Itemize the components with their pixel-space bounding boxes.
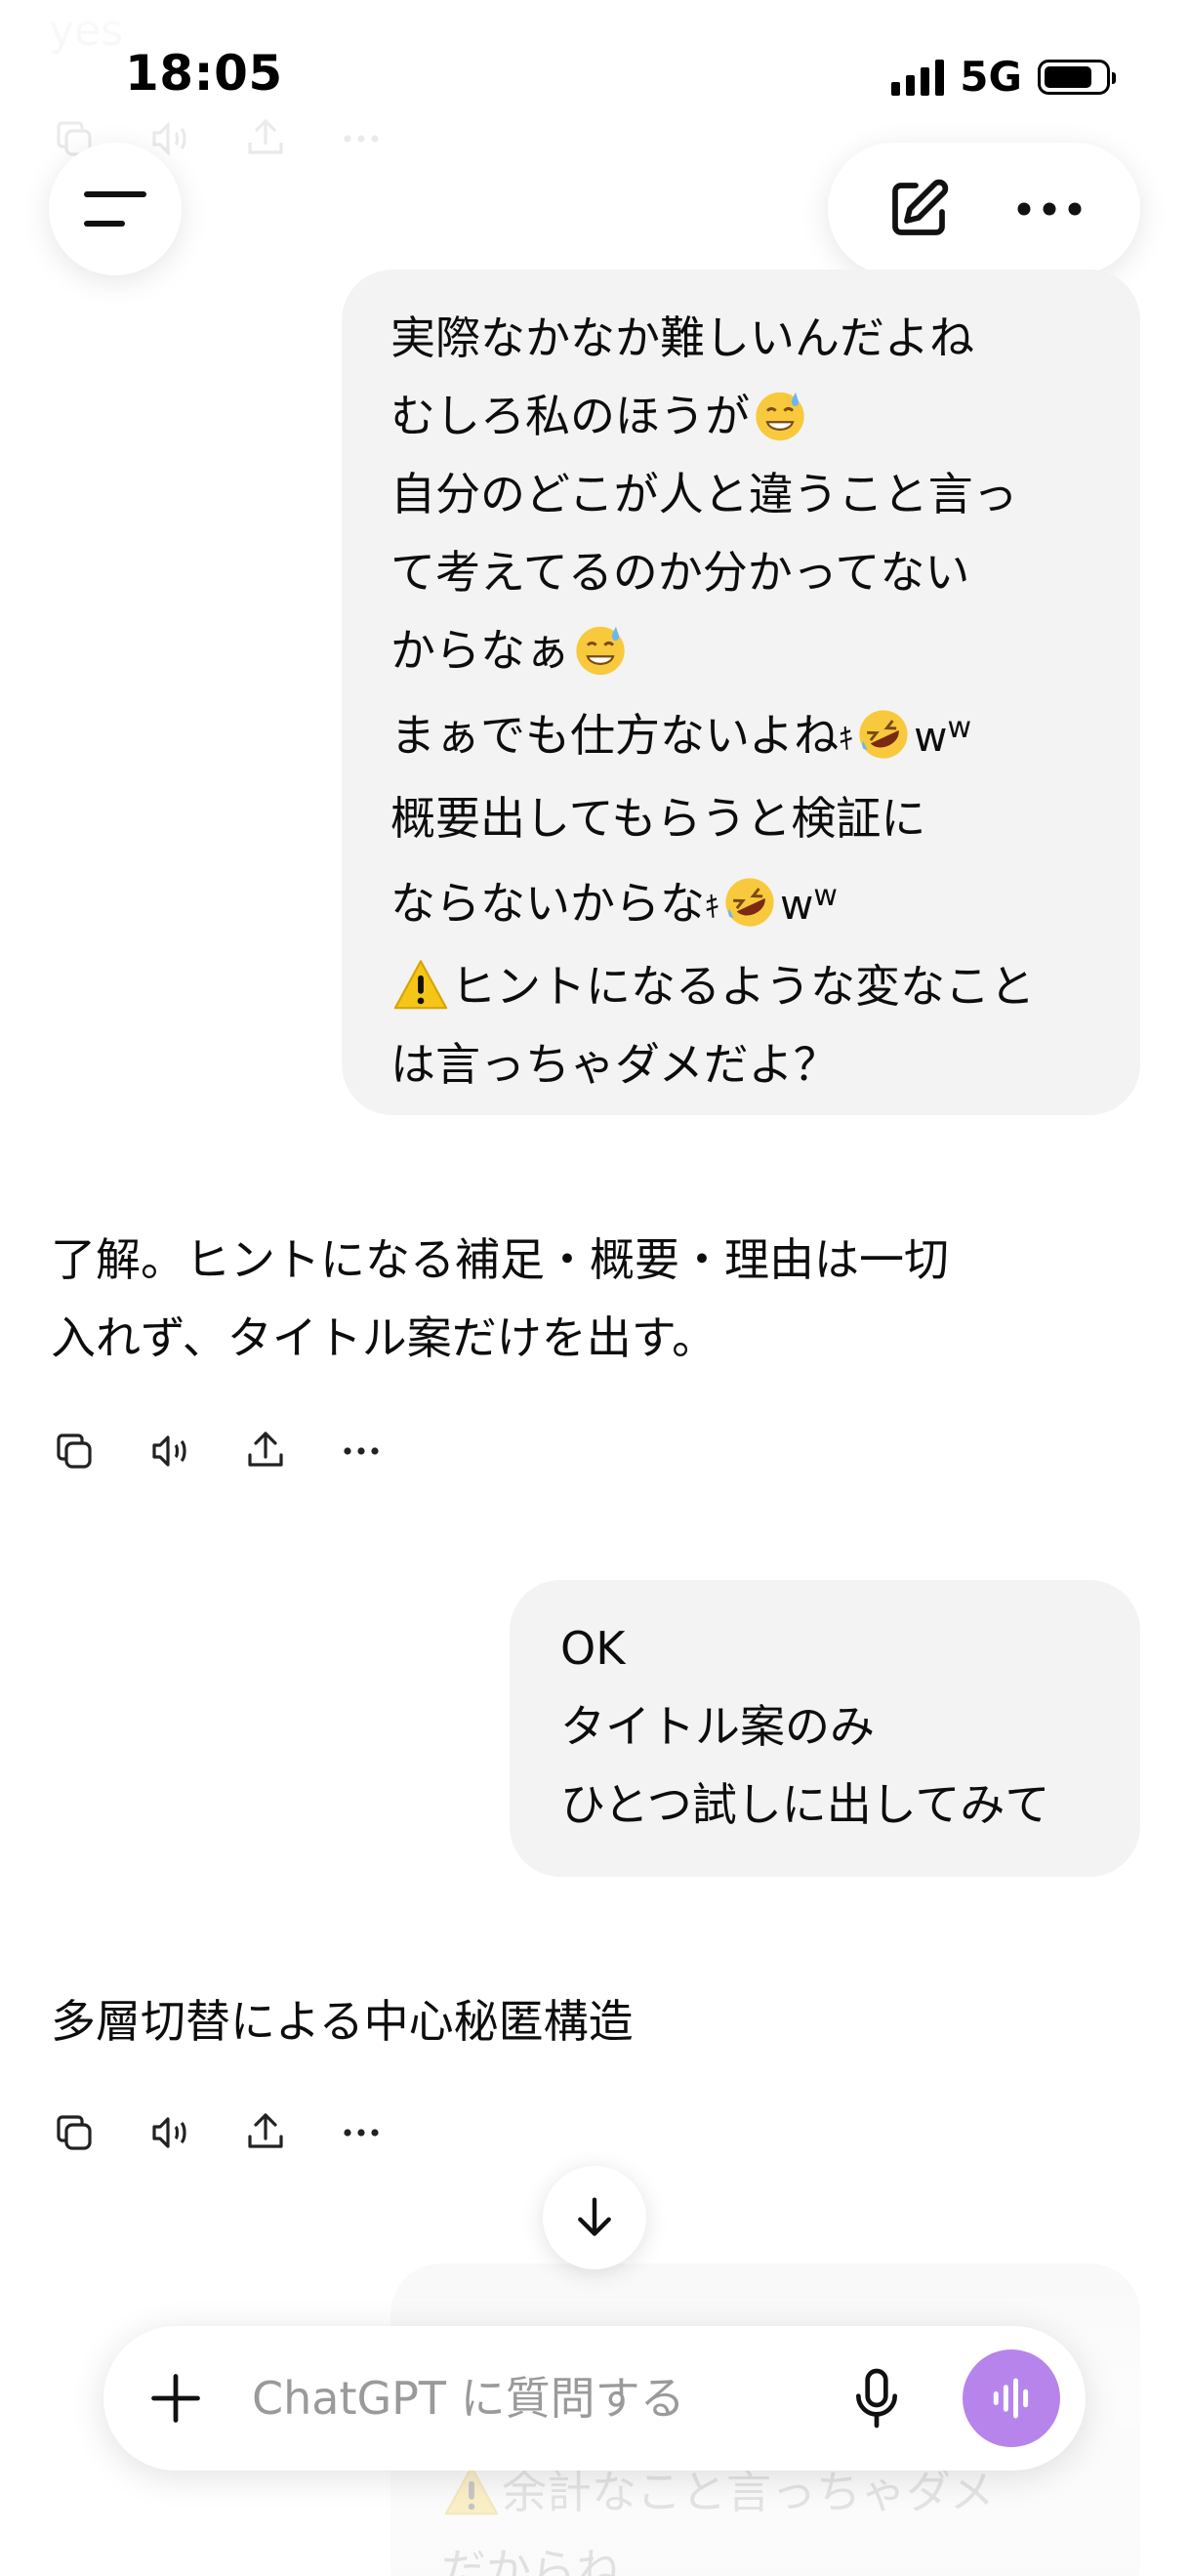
message-line: ヒントになるような変なこと — [390, 947, 1101, 1025]
battery-level — [1045, 65, 1091, 88]
scrolled-message-text: yes — [49, 6, 124, 56]
arrow-down-icon — [578, 2197, 611, 2236]
user-message-bubble: 実際なかなか難しいんだよね むしろ私のほうが 自分のどこが人と違うこと言っ て考… — [342, 270, 1140, 1115]
message-line-text: むしろ私のほうが — [390, 390, 750, 442]
microphone-icon — [856, 2368, 897, 2429]
message-line: 自分のどこが人と違うこと言っ — [390, 468, 1018, 520]
read-aloud-button[interactable] — [146, 2109, 193, 2156]
speaker-icon — [152, 1435, 186, 1467]
message-line: OK — [560, 1622, 626, 1675]
small-w-text: ｷ — [705, 891, 719, 925]
plus-icon — [151, 2374, 200, 2423]
w-sup-text: w — [947, 711, 971, 745]
message-line-text: からなぁ — [390, 624, 570, 677]
more-button[interactable] — [338, 1428, 385, 1475]
message-line: て考えてるのか分かってない — [390, 546, 970, 599]
status-time: 18:05 — [125, 45, 283, 102]
message-line: まぁでも仕方ないよねｷ ww — [390, 689, 1101, 779]
read-aloud-button[interactable] — [146, 1428, 193, 1475]
message-actions — [51, 1428, 385, 1475]
rolling-laughing-emoji-icon — [859, 710, 908, 759]
copy-button[interactable] — [51, 2109, 98, 2156]
grinning-sweat-emoji-icon — [576, 626, 625, 676]
more-button[interactable] — [338, 2109, 385, 2156]
voice-mode-button[interactable] — [963, 2349, 1060, 2447]
scroll-to-bottom-button[interactable] — [543, 2166, 646, 2269]
message-line: 入れず、タイトル案だけを出す。 — [51, 1311, 718, 1364]
battery-tip — [1112, 71, 1116, 84]
speaker-icon — [152, 2117, 186, 2148]
message-line: ならないからなｷ ww — [390, 857, 1101, 947]
more-horizontal-icon — [344, 1447, 379, 1455]
message-line: むしろ私のほうが — [390, 377, 1101, 455]
copy-button[interactable] — [51, 1428, 98, 1475]
new-chat-button[interactable] — [865, 155, 972, 263]
message-line: ひとつ試しに出してみて — [560, 1778, 1050, 1831]
message-composer — [103, 2326, 1086, 2471]
message-line: は言っちゃダメだよ？ — [390, 1038, 839, 1091]
small-w-text: ｷ — [839, 723, 854, 757]
dictate-button[interactable] — [838, 2359, 916, 2437]
chat-input[interactable] — [252, 2369, 799, 2428]
grinning-sweat-emoji-icon — [756, 392, 804, 441]
message-line: 実際なかなか難しいんだよね — [390, 312, 974, 364]
edit-square-icon — [892, 179, 949, 235]
share-icon — [248, 118, 283, 154]
message-line: 多層切替による中心秘匿構造 — [51, 1995, 634, 2048]
more-horizontal-icon — [344, 135, 379, 143]
assistant-message: 了解。ヒントになる補足・概要・理由は一切 入れず、タイトル案だけを出す。 — [51, 1221, 949, 1377]
battery-icon — [1038, 59, 1116, 95]
warning-emoji-icon — [444, 2466, 499, 2515]
status-indicators: 5G — [891, 53, 1116, 101]
message-line: 概要出してもらうと検証に — [390, 792, 926, 845]
copy-icon — [57, 1433, 92, 1469]
message-line: からなぁ — [390, 611, 1101, 689]
menu-lines-icon — [84, 191, 146, 227]
w-sup-text: w — [813, 879, 838, 913]
message-line-text: ならないからな — [390, 877, 705, 930]
w-text: w — [780, 881, 814, 929]
assistant-message: 多層切替による中心秘匿構造 — [51, 1982, 634, 2060]
message-line-text: まぁでも仕方ないよね — [390, 709, 840, 762]
share-icon — [248, 1432, 283, 1467]
message-actions — [51, 2109, 385, 2156]
message-line: タイトル案のみ — [560, 1700, 875, 1753]
more-options-button[interactable] — [996, 155, 1103, 263]
more-horizontal-icon — [344, 2129, 379, 2137]
add-attachment-button[interactable] — [137, 2359, 215, 2437]
share-icon — [248, 2113, 283, 2148]
next-message-line: だからね — [441, 2544, 621, 2576]
copy-icon — [57, 2115, 92, 2150]
more-horizontal-icon — [1017, 202, 1082, 216]
voice-mode-icon — [993, 2378, 1029, 2419]
chat-screen: yes 18:05 5G 実際なかなか難しいんだよね むしろ私のほうが 自分のど… — [0, 0, 1190, 2576]
share-button[interactable] — [242, 1428, 289, 1475]
sidebar-menu-button[interactable] — [49, 143, 182, 275]
message-line-text: ヒントになるような変なこと — [451, 960, 1035, 1013]
cellular-signal-icon — [891, 59, 945, 96]
message-line: 了解。ヒントになる補足・概要・理由は一切 — [51, 1233, 949, 1286]
next-message-text: 余計なこと言っちゃダメ — [502, 2466, 995, 2518]
header-actions — [828, 143, 1140, 275]
warning-emoji-icon — [393, 960, 448, 1010]
user-message-bubble: OK タイトル案のみ ひとつ試しに出してみて — [510, 1580, 1140, 1877]
network-type: 5G — [960, 53, 1022, 101]
rolling-laughing-emoji-icon — [725, 878, 774, 927]
share-button[interactable] — [242, 2109, 289, 2156]
w-text: w — [914, 713, 948, 761]
